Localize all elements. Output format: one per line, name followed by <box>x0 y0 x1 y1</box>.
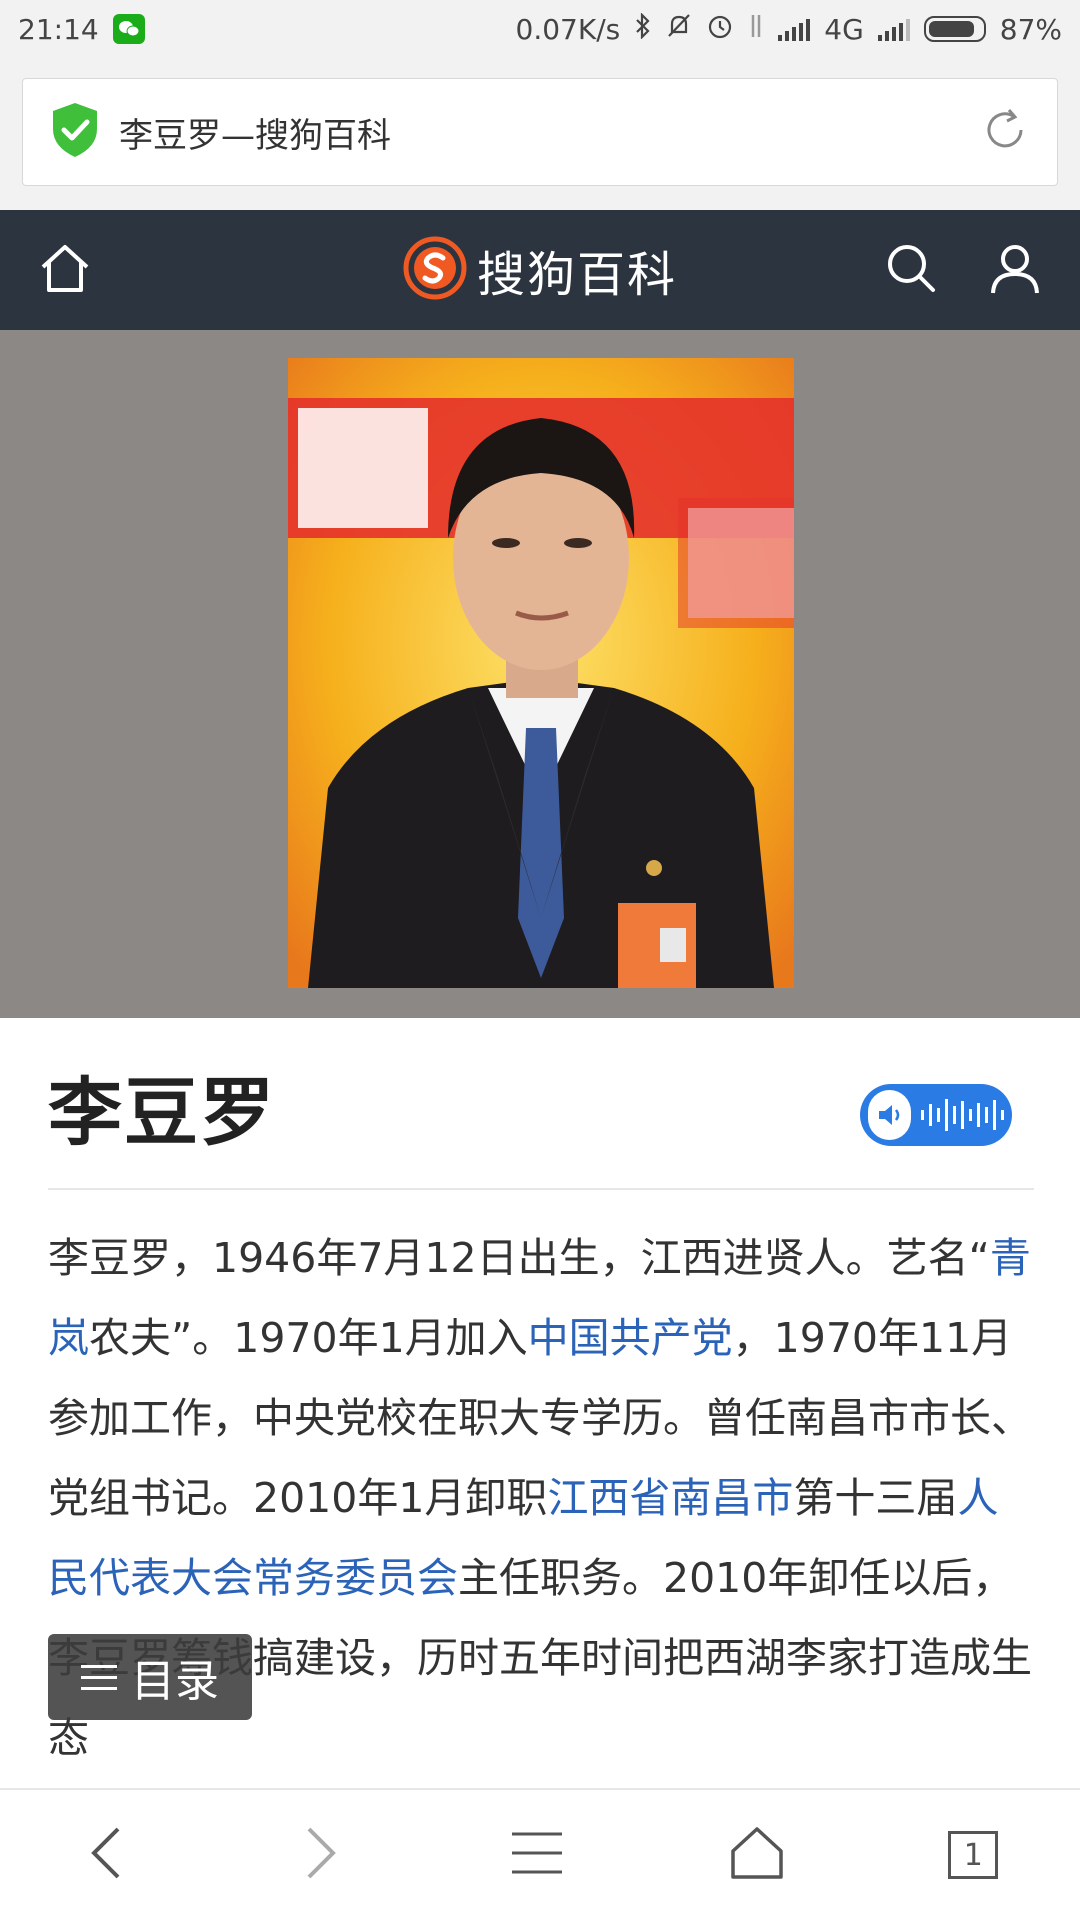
toc-label: 目录 <box>131 1656 219 1707</box>
address-bar[interactable]: 李豆罗—搜狗百科 <box>22 78 1058 186</box>
inline-link[interactable]: 江西省南昌市 <box>547 1474 793 1522</box>
browser-bottom-bar: 1 <box>0 1788 1080 1920</box>
signal-icon-2 <box>877 17 910 41</box>
status-time: 21:14 <box>18 12 99 46</box>
entry-header: 李豆罗 <box>48 1048 1034 1190</box>
back-icon[interactable] <box>82 1823 132 1887</box>
battery-level: 87% <box>999 12 1062 46</box>
forward-icon[interactable] <box>295 1823 345 1887</box>
home-nav-icon[interactable] <box>729 1825 785 1885</box>
secure-shield-icon <box>49 101 101 163</box>
site-header: 搜狗百科 <box>0 210 1080 330</box>
battery-icon <box>923 16 986 42</box>
hero-image-area <box>0 330 1080 1018</box>
signal-icon <box>778 17 811 41</box>
network-speed: 0.07K/s <box>515 12 621 46</box>
wechat-notification-icon <box>112 14 145 44</box>
network-type: 4G <box>824 12 864 46</box>
toc-button[interactable]: 目录 <box>48 1634 252 1720</box>
sogou-logo-icon <box>403 236 467 304</box>
brand-name: 搜狗百科 <box>476 247 678 303</box>
browser-toolbar: 李豆罗—搜狗百科 <box>0 58 1080 210</box>
bluetooth-icon <box>634 11 652 46</box>
page-title: 李豆罗—搜狗百科 <box>119 115 391 156</box>
tab-count-button[interactable]: 1 <box>948 1831 999 1879</box>
audio-waveform-icon <box>921 1095 1004 1135</box>
mute-icon <box>666 13 692 46</box>
inline-link[interactable]: 中国共产党 <box>528 1314 733 1362</box>
portrait-photo[interactable] <box>288 358 794 988</box>
data-transfer-icon <box>748 13 764 46</box>
speaker-icon <box>868 1090 911 1140</box>
brand-logo[interactable]: 搜狗百科 <box>403 235 677 305</box>
summary-text: 农夫”。1970年1月加入 <box>89 1314 528 1362</box>
user-icon[interactable] <box>988 241 1042 299</box>
alarm-icon <box>706 12 734 47</box>
audio-play-button[interactable] <box>860 1084 1012 1146</box>
status-bar: 21:14 0.07K/s 4G 87% <box>0 0 1080 58</box>
refresh-icon[interactable] <box>979 104 1031 160</box>
summary-text: 李豆罗，1946年7月12日出生，江西进贤人。艺名“ <box>48 1234 990 1282</box>
menu-icon <box>81 1664 117 1690</box>
menu-icon-bottom[interactable] <box>508 1828 566 1882</box>
home-icon[interactable] <box>38 241 92 299</box>
summary-text: 第十三届 <box>793 1474 958 1522</box>
search-icon[interactable] <box>884 241 938 299</box>
